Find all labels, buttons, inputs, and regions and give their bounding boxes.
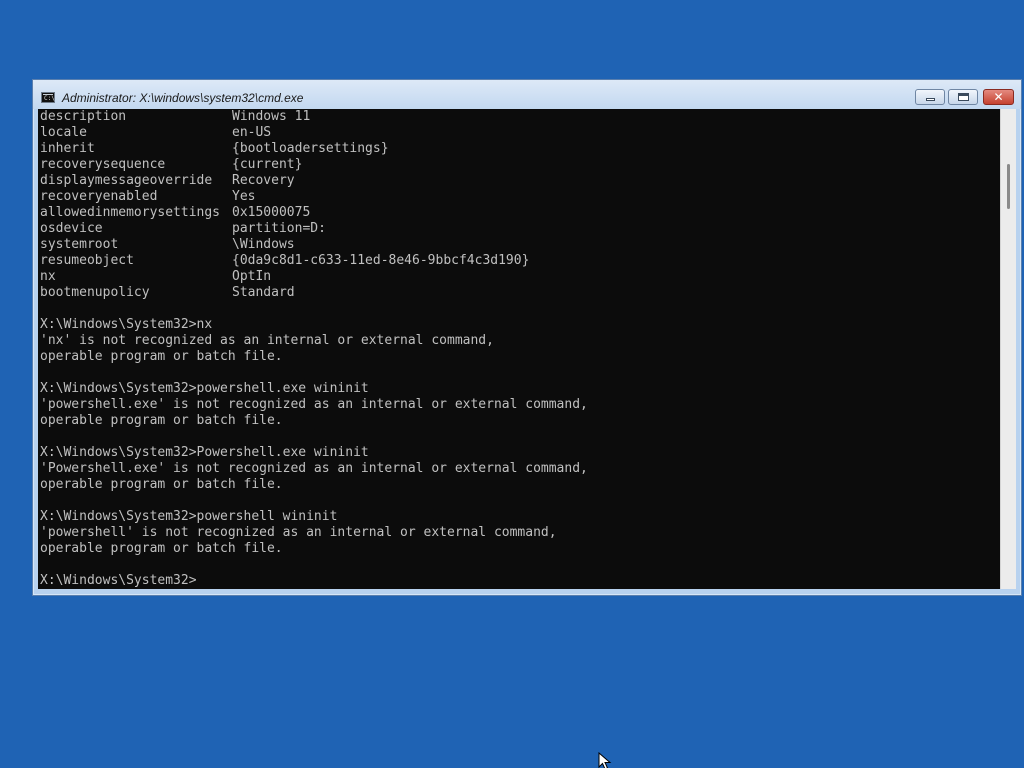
bcd-entry-key: inherit: [40, 141, 95, 156]
bcd-entry-key: systemroot: [40, 237, 119, 252]
bcd-entry-line: osdevice partition=D:: [40, 221, 588, 237]
window-title: Administrator: X:\windows\system32\cmd.e…: [62, 91, 304, 105]
bcd-entry-value: Recovery: [232, 173, 295, 188]
console-output[interactable]: description Windows 11 locale en-US inherit {…: [38, 109, 1000, 589]
bcd-entry-key: nx: [40, 269, 56, 284]
minimize-button[interactable]: [915, 89, 945, 105]
bcd-entry-line: allowedinmemorysettings 0x15000075: [40, 205, 588, 221]
bcd-entry-line: locale en-US: [40, 125, 588, 141]
bcd-entry-key: displaymessageoverride: [40, 173, 213, 188]
window-titlebar[interactable]: C:\ Administrator: X:\windows\system32\c…: [33, 80, 1021, 109]
bcd-entry-value: Windows 11: [232, 109, 311, 124]
bcd-entry-key: resumeobject: [40, 253, 134, 268]
bcd-entry-key: locale: [40, 125, 87, 140]
console-line: 'powershell.exe' is not recognized as an…: [40, 397, 588, 412]
maximize-button[interactable]: [948, 89, 978, 105]
bcd-entry-line: resumeobject {0da9c8d1-c633-11ed-8e46-9bb…: [40, 253, 588, 269]
close-icon: ✕: [993, 90, 1004, 104]
minimize-icon: [926, 98, 935, 101]
bcd-entry-value: {bootloadersettings}: [232, 141, 389, 156]
bcd-entry-line: recoveryenabled Yes: [40, 189, 588, 205]
console-line: operable program or batch file.: [40, 413, 283, 428]
console-line: X:\Windows\System32>nx: [40, 317, 213, 332]
command-prompt[interactable]: X:\Windows\System32>: [40, 573, 588, 589]
console-line: X:\Windows\System32>Powershell.exe winin…: [40, 445, 369, 460]
bcd-entry-line: recoverysequence {current}: [40, 157, 588, 173]
bcd-entry-value: en-US: [232, 125, 272, 140]
console-line: 'Powershell.exe' is not recognized as an…: [40, 461, 588, 476]
bcd-entry-value: 0x15000075: [232, 205, 311, 220]
console-line: operable program or batch file.: [40, 477, 283, 492]
console-line: X:\Windows\System32>powershell wininit: [40, 509, 338, 524]
console-line: X:\Windows\System32>powershell.exe winin…: [40, 381, 369, 396]
bcd-entry-value: \Windows: [232, 237, 295, 252]
bcd-entry-line: displaymessageoverride Recovery: [40, 173, 588, 189]
bcd-entry-line: nx OptIn: [40, 269, 588, 285]
bcd-entry-key: description: [40, 109, 127, 124]
console-text: description Windows 11 locale en-US inherit {…: [40, 109, 588, 589]
maximize-icon: [958, 93, 969, 101]
console-line: operable program or batch file.: [40, 349, 283, 364]
bcd-entry-line: systemroot \Windows: [40, 237, 588, 253]
vertical-scrollbar[interactable]: [1000, 109, 1016, 589]
scrollbar-thumb[interactable]: [1007, 164, 1010, 209]
bcd-entry-value: {0da9c8d1-c633-11ed-8e46-9bbcf4c3d190}: [232, 253, 530, 268]
cmd-window[interactable]: C:\ Administrator: X:\windows\system32\c…: [32, 79, 1022, 596]
console-line: operable program or batch file.: [40, 541, 283, 556]
mouse-pointer-icon: [598, 752, 612, 768]
close-button[interactable]: ✕: [983, 89, 1014, 105]
bcd-entry-line: inherit {bootloadersettings}: [40, 141, 588, 157]
bcd-entry-value: OptIn: [232, 269, 272, 284]
console-line: 'nx' is not recognized as an internal or…: [40, 333, 494, 348]
bcd-entry-value: Yes: [232, 189, 256, 204]
console-line: 'powershell' is not recognized as an int…: [40, 525, 557, 540]
bcd-entry-key: allowedinmemorysettings: [40, 205, 221, 220]
bcd-entry-key: osdevice: [40, 221, 103, 236]
bcd-entry-value: Standard: [232, 285, 295, 300]
cmd-icon[interactable]: C:\: [41, 92, 55, 103]
bcd-entry-value: {current}: [232, 157, 303, 172]
bcd-entry-key: bootmenupolicy: [40, 285, 150, 300]
bcd-entry-key: recoverysequence: [40, 157, 166, 172]
bcd-entry-line: bootmenupolicy Standard: [40, 285, 588, 301]
bcd-entry-value: partition=D:: [232, 221, 326, 236]
bcd-entry-line: description Windows 11: [40, 109, 588, 125]
bcd-entry-key: recoveryenabled: [40, 189, 158, 204]
